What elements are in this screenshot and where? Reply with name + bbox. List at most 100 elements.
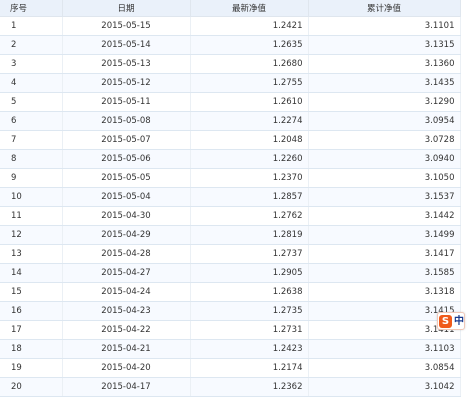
- cell-index: 2: [0, 35, 63, 55]
- cell-accumulated-nav: 3.1318: [308, 282, 461, 302]
- cell-latest-nav: 1.2174: [190, 358, 309, 378]
- table-row: 14 2015-04-27 1.2905 3.1585: [0, 263, 461, 283]
- cell-date: 2015-05-04: [62, 187, 191, 207]
- table-row: 17 2015-04-22 1.2731 3.1411: [0, 320, 461, 340]
- cell-accumulated-nav: 3.1499: [308, 225, 461, 245]
- nav-history-table: 序号 日期 最新净值 累计净值 1 2015-05-15 1.2421 3.1101 2…: [0, 0, 461, 397]
- cell-latest-nav: 1.2421: [190, 16, 309, 36]
- table-row: 10 2015-05-04 1.2857 3.1537: [0, 187, 461, 207]
- cell-latest-nav: 1.2260: [190, 149, 309, 169]
- cell-index: 14: [0, 263, 63, 283]
- cell-date: 2015-04-29: [62, 225, 191, 245]
- cell-date: 2015-05-15: [62, 16, 191, 36]
- cell-latest-nav: 1.2638: [190, 282, 309, 302]
- cell-index: 7: [0, 130, 63, 150]
- cell-latest-nav: 1.2610: [190, 92, 309, 112]
- ime-mode-label[interactable]: 中: [454, 315, 464, 328]
- cell-date: 2015-04-17: [62, 377, 191, 397]
- table-row: 18 2015-04-21 1.2423 3.1103: [0, 339, 461, 359]
- cell-latest-nav: 1.2819: [190, 225, 309, 245]
- table-row: 8 2015-05-06 1.2260 3.0940: [0, 149, 461, 169]
- cell-latest-nav: 1.2274: [190, 111, 309, 131]
- cell-index: 15: [0, 282, 63, 302]
- cell-accumulated-nav: 3.0954: [308, 111, 461, 131]
- cell-date: 2015-04-27: [62, 263, 191, 283]
- cell-index: 12: [0, 225, 63, 245]
- cell-accumulated-nav: 3.1537: [308, 187, 461, 207]
- header-latest-nav: 最新净值: [190, 0, 309, 17]
- cell-accumulated-nav: 3.1417: [308, 244, 461, 264]
- cell-latest-nav: 1.2362: [190, 377, 309, 397]
- cell-latest-nav: 1.2423: [190, 339, 309, 359]
- cell-accumulated-nav: 3.1050: [308, 168, 461, 188]
- cell-accumulated-nav: 3.1290: [308, 92, 461, 112]
- table-row: 1 2015-05-15 1.2421 3.1101: [0, 16, 461, 36]
- cell-latest-nav: 1.2905: [190, 263, 309, 283]
- table-row: 7 2015-05-07 1.2048 3.0728: [0, 130, 461, 150]
- table-row: 13 2015-04-28 1.2737 3.1417: [0, 244, 461, 264]
- cell-accumulated-nav: 3.1103: [308, 339, 461, 359]
- cell-date: 2015-04-23: [62, 301, 191, 321]
- cell-date: 2015-04-24: [62, 282, 191, 302]
- cell-date: 2015-04-20: [62, 358, 191, 378]
- table-row: 4 2015-05-12 1.2755 3.1435: [0, 73, 461, 93]
- cell-latest-nav: 1.2731: [190, 320, 309, 340]
- cell-accumulated-nav: 3.0940: [308, 149, 461, 169]
- table-row: 11 2015-04-30 1.2762 3.1442: [0, 206, 461, 226]
- table-row: 16 2015-04-23 1.2735 3.1415: [0, 301, 461, 321]
- cell-index: 20: [0, 377, 63, 397]
- cell-index: 5: [0, 92, 63, 112]
- cell-date: 2015-04-30: [62, 206, 191, 226]
- cell-date: 2015-05-11: [62, 92, 191, 112]
- table-row: 2 2015-05-14 1.2635 3.1315: [0, 35, 461, 55]
- cell-latest-nav: 1.2370: [190, 168, 309, 188]
- cell-date: 2015-04-22: [62, 320, 191, 340]
- cell-latest-nav: 1.2735: [190, 301, 309, 321]
- cell-date: 2015-05-12: [62, 73, 191, 93]
- nav-history-table-container: 序号 日期 最新净值 累计净值 1 2015-05-15 1.2421 3.1101 2…: [0, 0, 461, 397]
- table-row: 6 2015-05-08 1.2274 3.0954: [0, 111, 461, 131]
- cell-date: 2015-05-08: [62, 111, 191, 131]
- cell-latest-nav: 1.2635: [190, 35, 309, 55]
- header-accumulated-nav: 累计净值: [308, 0, 461, 17]
- cell-latest-nav: 1.2755: [190, 73, 309, 93]
- table-row: 9 2015-05-05 1.2370 3.1050: [0, 168, 461, 188]
- table-header-row: 序号 日期 最新净值 累计净值: [0, 0, 461, 17]
- cell-date: 2015-05-14: [62, 35, 191, 55]
- cell-latest-nav: 1.2857: [190, 187, 309, 207]
- cell-accumulated-nav: 3.0854: [308, 358, 461, 378]
- cell-latest-nav: 1.2762: [190, 206, 309, 226]
- cell-index: 16: [0, 301, 63, 321]
- cell-index: 8: [0, 149, 63, 169]
- cell-accumulated-nav: 3.1442: [308, 206, 461, 226]
- cell-accumulated-nav: 3.0728: [308, 130, 461, 150]
- cell-accumulated-nav: 3.1042: [308, 377, 461, 397]
- cell-date: 2015-04-21: [62, 339, 191, 359]
- cell-index: 6: [0, 111, 63, 131]
- table-row: 19 2015-04-20 1.2174 3.0854: [0, 358, 461, 378]
- cell-date: 2015-05-05: [62, 168, 191, 188]
- table-row: 5 2015-05-11 1.2610 3.1290: [0, 92, 461, 112]
- sogou-ime-icon[interactable]: S: [439, 314, 452, 328]
- cell-index: 19: [0, 358, 63, 378]
- table-row: 12 2015-04-29 1.2819 3.1499: [0, 225, 461, 245]
- ime-toolbar[interactable]: S 中: [437, 312, 465, 330]
- cell-accumulated-nav: 3.1360: [308, 54, 461, 74]
- cell-latest-nav: 1.2737: [190, 244, 309, 264]
- cell-index: 4: [0, 73, 63, 93]
- cell-date: 2015-05-07: [62, 130, 191, 150]
- cell-index: 17: [0, 320, 63, 340]
- cell-latest-nav: 1.2680: [190, 54, 309, 74]
- cell-accumulated-nav: 3.1101: [308, 16, 461, 36]
- cell-latest-nav: 1.2048: [190, 130, 309, 150]
- table-row: 20 2015-04-17 1.2362 3.1042: [0, 377, 461, 397]
- cell-index: 13: [0, 244, 63, 264]
- table-body: 1 2015-05-15 1.2421 3.1101 2 2015-05-14 1.2635…: [0, 16, 461, 397]
- cell-index: 9: [0, 168, 63, 188]
- cell-index: 3: [0, 54, 63, 74]
- cell-index: 1: [0, 16, 63, 36]
- cell-accumulated-nav: 3.1315: [308, 35, 461, 55]
- cell-index: 10: [0, 187, 63, 207]
- cell-date: 2015-04-28: [62, 244, 191, 264]
- table-row: 3 2015-05-13 1.2680 3.1360: [0, 54, 461, 74]
